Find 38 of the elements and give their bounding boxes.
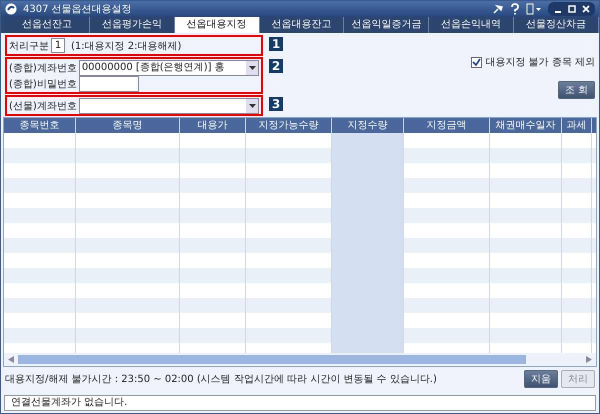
action-button[interactable]: 지움: [524, 370, 558, 388]
step-marker: 3: [269, 97, 283, 111]
field-label: (종합)계좌번호: [9, 62, 77, 74]
query-button[interactable]: 조 회: [558, 81, 595, 99]
scroll-thumb[interactable]: [18, 355, 526, 364]
tab[interactable]: 선옵손익내역: [429, 17, 514, 33]
field-label: 처리구분: [9, 40, 49, 52]
caret-icon: [248, 66, 256, 70]
field-label: (선물)계좌번호: [9, 100, 77, 112]
app-logo-icon: [5, 3, 17, 15]
tab[interactable]: 선옵대용잔고: [260, 17, 344, 33]
tab[interactable]: 선물정산차금: [514, 17, 599, 33]
caret-icon: [248, 104, 256, 108]
scroll-left-icon[interactable]: [8, 356, 14, 363]
scroll-right-icon[interactable]: [586, 356, 592, 363]
code-field[interactable]: 1: [51, 38, 65, 53]
exclude-checkbox[interactable]: 대용지정 불가 종목 제외: [471, 55, 595, 69]
maximize-icon: [568, 5, 576, 13]
notice-text: 대용지정/해제 불가시간 : 23:50 ~ 02:00 (시스템 작업시간에 따라 시간이 변동될 수 있습니다.): [5, 373, 438, 386]
window-title: 4307 선물옵션대용설정: [23, 3, 132, 16]
step-marker: 1: [269, 37, 283, 51]
menu-icon[interactable]: [526, 3, 542, 15]
password-field[interactable]: [78, 76, 139, 92]
hint-text: (1:대용지정 2:대용해제): [71, 40, 182, 52]
table-cell: [332, 133, 404, 148]
pin-icon[interactable]: [492, 3, 504, 15]
field-label: (종합)비밀번호: [9, 78, 77, 90]
dropdown[interactable]: 00000000 [종합(은행연계)] 홍: [78, 60, 259, 76]
tab[interactable]: 선옵익일증거금: [344, 17, 430, 33]
tab[interactable]: 선옵선잔고: [5, 17, 90, 33]
dropdown[interactable]: [78, 98, 259, 114]
close-icon: [582, 5, 590, 13]
check-icon: [472, 58, 482, 66]
help-icon[interactable]: [510, 3, 520, 15]
status-bar: 연결선물계좌가 없습니다.: [4, 395, 596, 411]
horizontal-scrollbar[interactable]: [4, 353, 596, 366]
step-marker: 2: [269, 59, 283, 73]
tab[interactable]: 선옵대용지정: [174, 17, 260, 33]
